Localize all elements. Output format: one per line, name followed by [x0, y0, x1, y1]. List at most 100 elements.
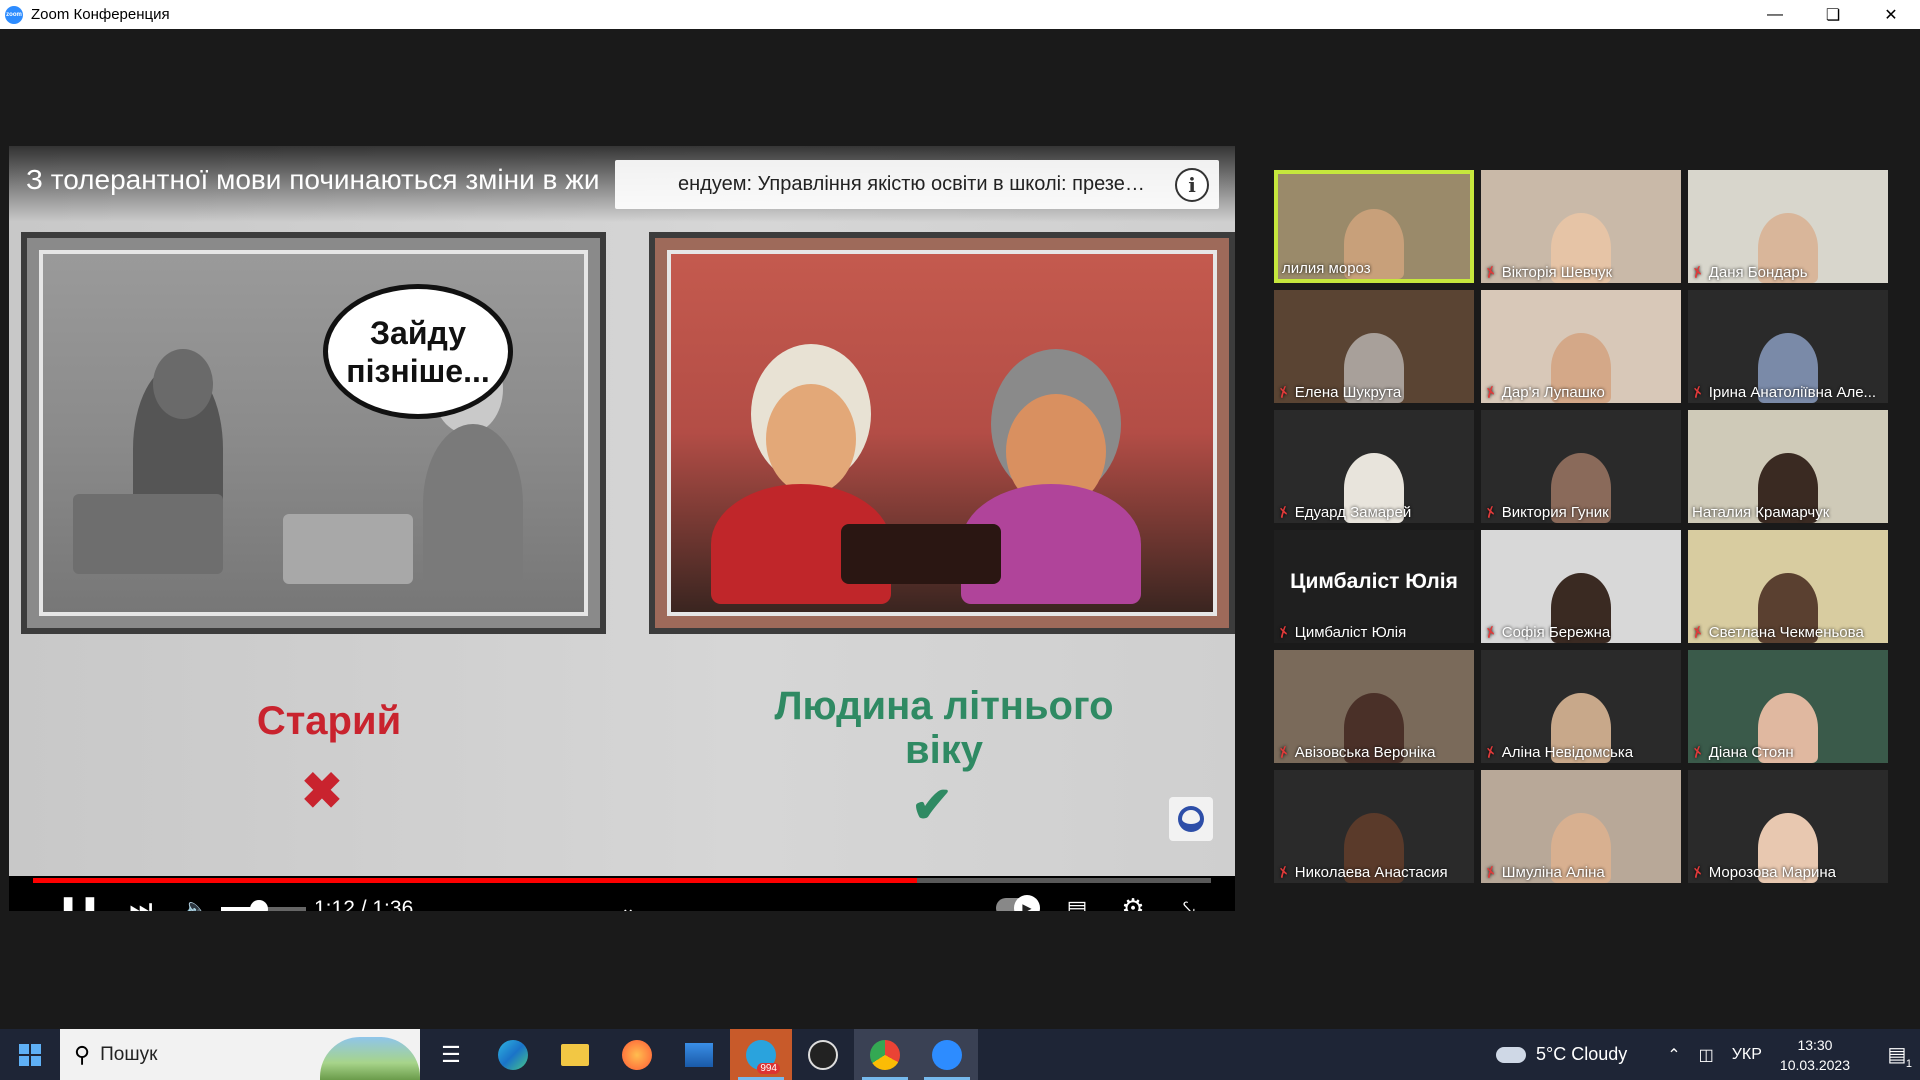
taskbar: ⚲ Пошук ☰ 994 5°C Cloudy ⌃ ◫ УКР 13:30 1…	[0, 1029, 1920, 1080]
participant-name-label: ✗ Ірина Анатоліївна Але...	[1689, 382, 1876, 402]
participant-name: Светлана Чекменьова	[1708, 624, 1864, 641]
task-view-icon[interactable]: ☰	[420, 1029, 482, 1080]
participant-tile[interactable]: ✗ Виктория Гуник	[1481, 410, 1681, 523]
participant-tile[interactable]: ✗ Софія Бережна	[1481, 530, 1681, 643]
muted-mic-icon: ✗	[1482, 262, 1499, 282]
participant-name-label: лилия мороз	[1282, 260, 1371, 277]
zoom-app-icon[interactable]	[916, 1029, 978, 1080]
participant-tile[interactable]: ✗ Аліна Невідомська	[1481, 650, 1681, 763]
participant-name-label: ✗ Авізовська Вероніка	[1275, 743, 1436, 762]
participant-name-label: ✗ Шмуліна Аліна	[1482, 863, 1604, 882]
minimize-icon[interactable]: —	[1746, 0, 1804, 29]
chrome-icon[interactable]	[854, 1029, 916, 1080]
participant-name-label: ✗ Едуард Замарей	[1275, 502, 1412, 522]
participant-name: Виктория Гуник	[1501, 504, 1609, 521]
shared-screen[interactable]: Зайду пізніше... Старий ✖ Людина літньог…	[9, 146, 1235, 911]
cloud-icon	[1495, 1046, 1526, 1063]
info-icon[interactable]: i	[1175, 168, 1209, 202]
firefox-icon[interactable]	[606, 1029, 668, 1080]
volume-handle[interactable]	[250, 900, 269, 911]
windows-start-icon[interactable]	[0, 1029, 60, 1080]
participant-tile[interactable]: лилия мороз	[1274, 170, 1474, 283]
restore-icon[interactable]: ❏	[1804, 0, 1862, 29]
participant-name: Морозова Марина	[1708, 864, 1836, 881]
muted-mic-icon: ✗	[1689, 382, 1706, 402]
participant-name-label: ✗ Дар'я Лупашко	[1482, 383, 1604, 402]
muted-mic-icon: ✗	[1689, 862, 1706, 882]
caption-good: Людина літнього віку	[709, 684, 1179, 772]
participant-tile[interactable]: ✗ Шмуліна Аліна	[1481, 770, 1681, 883]
volume-icon[interactable]: 🔈	[179, 886, 213, 911]
clock[interactable]: 13:30 10.03.2023	[1780, 1035, 1850, 1075]
participant-tile[interactable]: ✗ Светлана Чекменьова	[1688, 530, 1888, 643]
volume-slider[interactable]	[221, 900, 306, 911]
participant-tile[interactable]: ✗ Авізовська Вероніка	[1274, 650, 1474, 763]
participant-name: Аліна Невідомська	[1501, 744, 1634, 761]
notification-icon[interactable]: ▤ 1	[1874, 1029, 1920, 1080]
progress-bar[interactable]	[33, 878, 1211, 883]
participant-name-label: ✗ Николаева Анастасия	[1275, 863, 1447, 882]
cross-icon: ✖	[301, 763, 343, 819]
participant-name: Наталия Крамарчук	[1692, 504, 1830, 521]
participant-tile[interactable]: ✗ Вікторія Шевчук	[1481, 170, 1681, 283]
search-placeholder: Пошук	[100, 1043, 158, 1065]
taskbar-search[interactable]: ⚲ Пошук	[60, 1029, 420, 1080]
muted-mic-icon: ✗	[1482, 502, 1499, 522]
autoplay-toggle[interactable]: ▶	[996, 895, 1040, 911]
participant-tile[interactable]: ✗ Николаева Анастасия	[1274, 770, 1474, 883]
participant-gallery: лилия мороз ✗ Вікторія Шевчук ✗ Даня Бондарь…	[1274, 170, 1896, 890]
exit-fullscreen-icon[interactable]: ⤥	[1169, 886, 1209, 912]
close-icon[interactable]: ✕	[1862, 0, 1920, 29]
caption-good-line-2: віку	[905, 728, 983, 772]
participant-name: Едуард Замарей	[1294, 504, 1412, 521]
participant-tile[interactable]: Цимбаліст Юлія ✗ Цимбаліст Юлія	[1274, 530, 1474, 643]
telegram-icon[interactable]: 994	[730, 1029, 792, 1080]
recommended-title[interactable]: ендуем: Управління якістю освіти в школі…	[678, 173, 1148, 196]
progress-fill	[33, 878, 917, 883]
video-controls: ❚❚ ⏭ 🔈 1:12 / 1:36 ⌄ ▶ ▤ ⚙ ⤥	[9, 886, 1235, 911]
pause-icon[interactable]: ❚❚	[57, 886, 101, 911]
caption-bad: Старий	[256, 699, 402, 743]
muted-mic-icon: ✗	[1482, 742, 1499, 762]
video-title[interactable]: З толерантної мови починаються зміни в ж…	[26, 164, 600, 196]
participant-tile[interactable]: ✗ Діана Стоян	[1688, 650, 1888, 763]
chevron-down-icon[interactable]: ⌄	[613, 886, 643, 911]
participant-name-label: Наталия Крамарчук	[1692, 504, 1829, 521]
media-player-icon[interactable]	[792, 1029, 854, 1080]
language-indicator[interactable]: УКР	[1732, 1046, 1762, 1064]
participant-name-label: ✗ Цимбаліст Юлія	[1275, 622, 1407, 642]
checkmark-icon: ✔	[911, 777, 953, 833]
recommended-popup[interactable]: ендуем: Управління якістю освіти в школі…	[615, 160, 1219, 209]
left-illustration: Зайду пізніше...	[21, 232, 606, 634]
participant-tile[interactable]: ✗ Даня Бондарь	[1688, 170, 1888, 283]
speech-bubble: Зайду пізніше...	[323, 284, 513, 419]
participant-tile[interactable]: ✗ Дар'я Лупашко	[1481, 290, 1681, 403]
video-frame[interactable]: Зайду пізніше... Старий ✖ Людина літньог…	[9, 146, 1235, 876]
weather-widget[interactable]: 5°C Cloudy	[1495, 1044, 1627, 1065]
participant-name: Цимбаліст Юлія	[1294, 624, 1407, 641]
participant-name: Авізовська Вероніка	[1294, 744, 1436, 761]
participant-name: Елена Шукрута	[1294, 384, 1402, 401]
muted-mic-icon: ✗	[1275, 502, 1292, 522]
participant-tile[interactable]: ✗ Елена Шукрута	[1274, 290, 1474, 403]
file-explorer-icon[interactable]	[544, 1029, 606, 1080]
network-icon[interactable]: ◫	[1699, 1045, 1714, 1065]
edge-browser-icon[interactable]	[482, 1029, 544, 1080]
participant-tile[interactable]: ✗ Ірина Анатоліївна Але...	[1688, 290, 1888, 403]
photos-app-icon[interactable]	[668, 1029, 730, 1080]
chevron-up-icon[interactable]: ⌃	[1667, 1045, 1680, 1065]
participant-tile[interactable]: ✗ Едуард Замарей	[1274, 410, 1474, 523]
muted-mic-icon: ✗	[1689, 622, 1706, 642]
participant-tile[interactable]: Наталия Крамарчук	[1688, 410, 1888, 523]
next-icon[interactable]: ⏭	[121, 886, 161, 912]
caption-good-line-1: Людина літнього	[774, 684, 1114, 728]
settings-gear-icon[interactable]: ⚙	[1113, 886, 1153, 911]
time-display: 1:12 / 1:36	[314, 896, 414, 912]
meeting-stage: Зайду пізніше... Старий ✖ Людина літньог…	[0, 29, 1920, 1029]
participant-name-label: ✗ Даня Бондарь	[1689, 263, 1807, 282]
muted-mic-icon: ✗	[1275, 622, 1292, 642]
participant-tile[interactable]: ✗ Морозова Марина	[1688, 770, 1888, 883]
subtitles-icon[interactable]: ▤	[1057, 886, 1097, 912]
participant-name-label: ✗ Елена Шукрута	[1275, 383, 1402, 402]
participant-name-label: ✗ Светлана Чекменьова	[1689, 622, 1864, 642]
